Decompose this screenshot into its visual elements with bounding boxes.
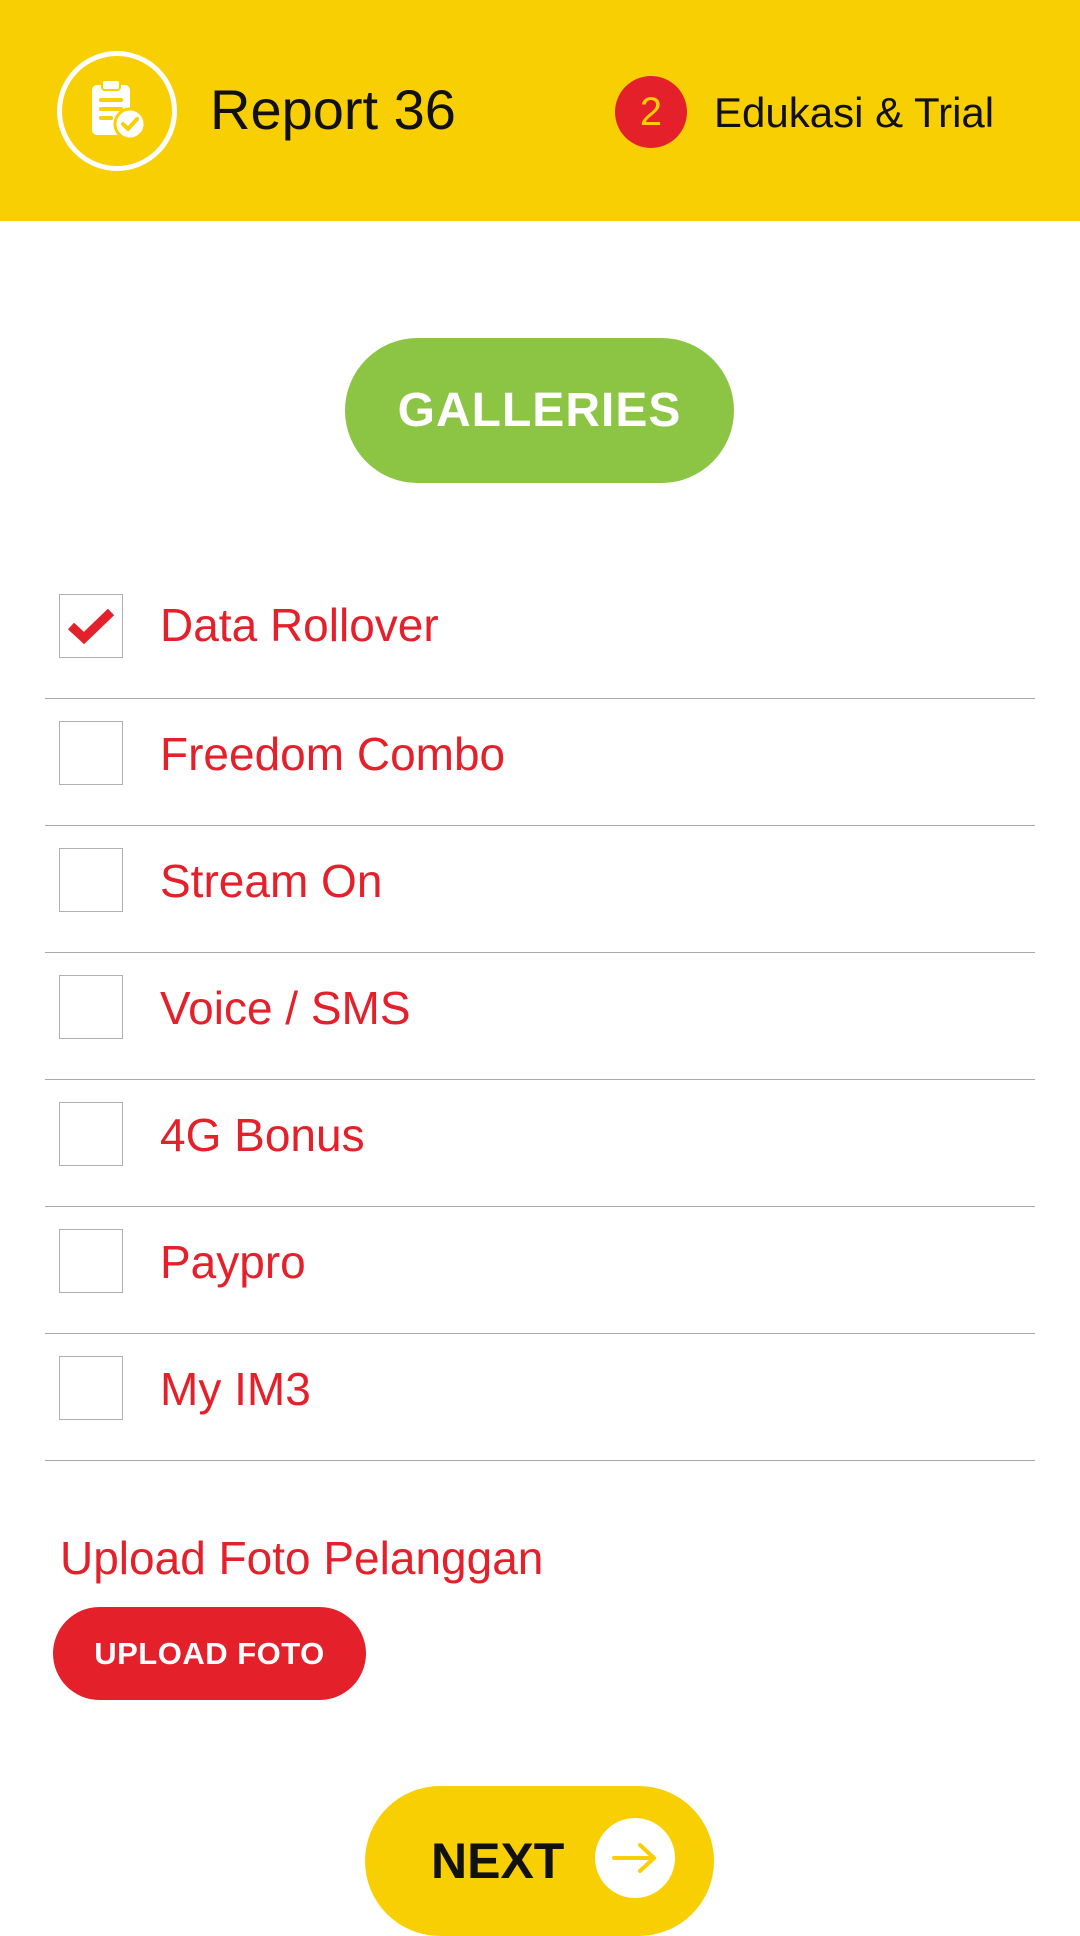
option-voice-sms[interactable]: Voice / SMS <box>45 953 1035 1080</box>
upload-heading: Upload Foto Pelanggan <box>60 1532 544 1584</box>
option-label: Paypro <box>160 1236 306 1288</box>
option-stream-on[interactable]: Stream On <box>45 826 1035 953</box>
checkbox[interactable] <box>59 1356 123 1420</box>
report-logo <box>57 51 177 171</box>
option-label: Stream On <box>160 855 383 907</box>
option-label: Voice / SMS <box>160 982 411 1034</box>
checkbox[interactable] <box>59 721 123 785</box>
step-label: Edukasi & Trial <box>714 89 995 136</box>
checkbox[interactable] <box>59 594 123 658</box>
option-label: 4G Bonus <box>160 1109 365 1161</box>
arrow-right-icon <box>595 1818 675 1898</box>
checkbox[interactable] <box>59 1102 123 1166</box>
option-label: Freedom Combo <box>160 728 506 780</box>
option-label: My IM3 <box>160 1363 311 1415</box>
checkbox[interactable] <box>59 848 123 912</box>
option-freedom-combo[interactable]: Freedom Combo <box>45 699 1035 826</box>
upload-photo-button[interactable]: UPLOAD FOTO <box>53 1607 366 1700</box>
report-check-icon <box>92 80 147 141</box>
option-data-rollover[interactable]: Data Rollover <box>45 570 1035 699</box>
step-number-badge: 2 <box>615 76 687 148</box>
app-header: Report 36 2 Edukasi & Trial <box>0 0 1080 221</box>
option-my-im3[interactable]: My IM3 <box>45 1334 1035 1461</box>
next-button[interactable]: NEXT <box>365 1786 714 1936</box>
checkbox[interactable] <box>59 1229 123 1293</box>
product-options-list: Data Rollover Freedom Combo Stream On Vo… <box>45 570 1035 1461</box>
option-paypro[interactable]: Paypro <box>45 1207 1035 1334</box>
option-4g-bonus[interactable]: 4G Bonus <box>45 1080 1035 1207</box>
checkmark-icon <box>68 608 114 644</box>
next-label: NEXT <box>431 1833 565 1889</box>
galleries-button[interactable]: GALLERIES <box>345 338 734 483</box>
option-label: Data Rollover <box>160 599 439 651</box>
checkbox[interactable] <box>59 975 123 1039</box>
page-title: Report 36 <box>210 78 456 141</box>
